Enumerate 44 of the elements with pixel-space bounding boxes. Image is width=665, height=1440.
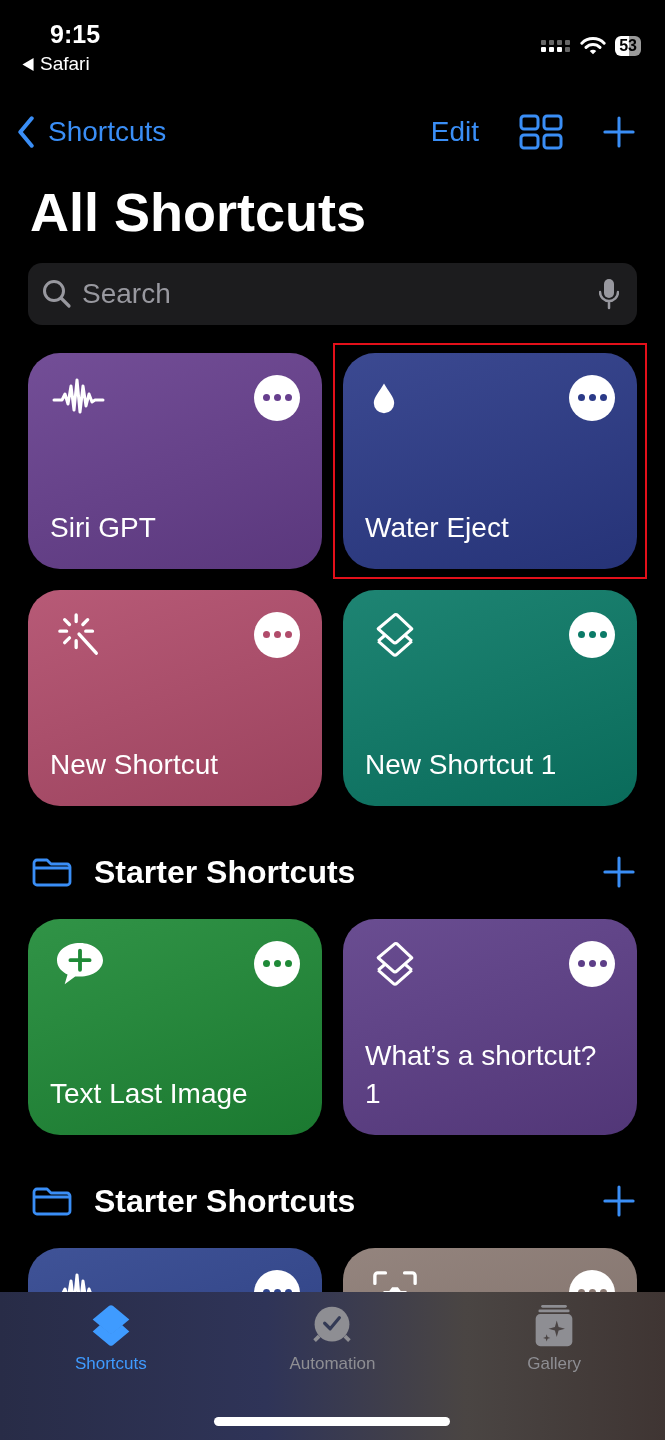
shortcut-title: Water Eject xyxy=(365,511,510,545)
add-icon[interactable] xyxy=(603,1185,635,1218)
more-button[interactable] xyxy=(254,940,300,987)
add-icon[interactable] xyxy=(603,856,635,889)
more-button[interactable] xyxy=(569,374,615,421)
more-button[interactable] xyxy=(254,611,300,658)
shortcut-title: New Shortcut 1 xyxy=(365,748,558,782)
section-title: Starter Shortcuts xyxy=(94,853,357,891)
status-time: 9:15 xyxy=(50,20,101,49)
shortcut-title: What’s a shortcut? 1 xyxy=(365,1039,598,1111)
shortcut-title: Text Last Image xyxy=(50,1077,249,1111)
battery-indicator: 53 xyxy=(615,36,641,56)
search-field[interactable]: Search xyxy=(28,262,637,325)
back-triangle-icon xyxy=(22,57,34,71)
back-to-app-link[interactable]: Safari xyxy=(40,53,90,75)
shortcut-title: New Shortcut xyxy=(50,748,220,782)
shortcut-tile[interactable]: New Shortcut xyxy=(28,589,322,806)
shortcut-tile[interactable]: Text Last Image xyxy=(28,918,322,1135)
shortcut-tile[interactable]: New Shortcut 1 xyxy=(343,589,637,806)
page-title: All Shortcuts xyxy=(30,181,368,244)
microphone-icon[interactable] xyxy=(599,277,619,310)
more-button[interactable] xyxy=(569,611,615,658)
back-chevron-icon xyxy=(16,116,36,148)
back-button[interactable]: Shortcuts xyxy=(16,116,167,148)
edit-button[interactable]: Edit xyxy=(430,116,479,148)
search-icon xyxy=(42,278,72,309)
shortcut-title: Siri GPT xyxy=(50,511,157,545)
wifi-icon xyxy=(580,36,607,56)
add-icon[interactable] xyxy=(603,116,635,148)
search-input[interactable]: Search xyxy=(82,277,589,310)
more-button[interactable] xyxy=(254,374,300,421)
tab[interactable]: Shortcuts xyxy=(74,1304,147,1374)
back-label: Shortcuts xyxy=(48,116,167,148)
shortcut-tile[interactable]: What’s a shortcut? 1 xyxy=(343,918,637,1135)
shortcut-tile[interactable]: Siri GPT xyxy=(28,352,322,569)
folder-icon xyxy=(32,1186,72,1217)
grid-view-icon[interactable] xyxy=(519,114,563,150)
shortcut-tile[interactable]: Water Eject xyxy=(343,352,637,569)
tab[interactable]: Gallery xyxy=(527,1304,582,1374)
folder-icon xyxy=(32,857,72,888)
cellular-signal-icon xyxy=(541,39,572,53)
tab[interactable]: Automation xyxy=(289,1304,376,1374)
section-title: Starter Shortcuts xyxy=(94,1182,357,1220)
more-button[interactable] xyxy=(569,940,615,987)
